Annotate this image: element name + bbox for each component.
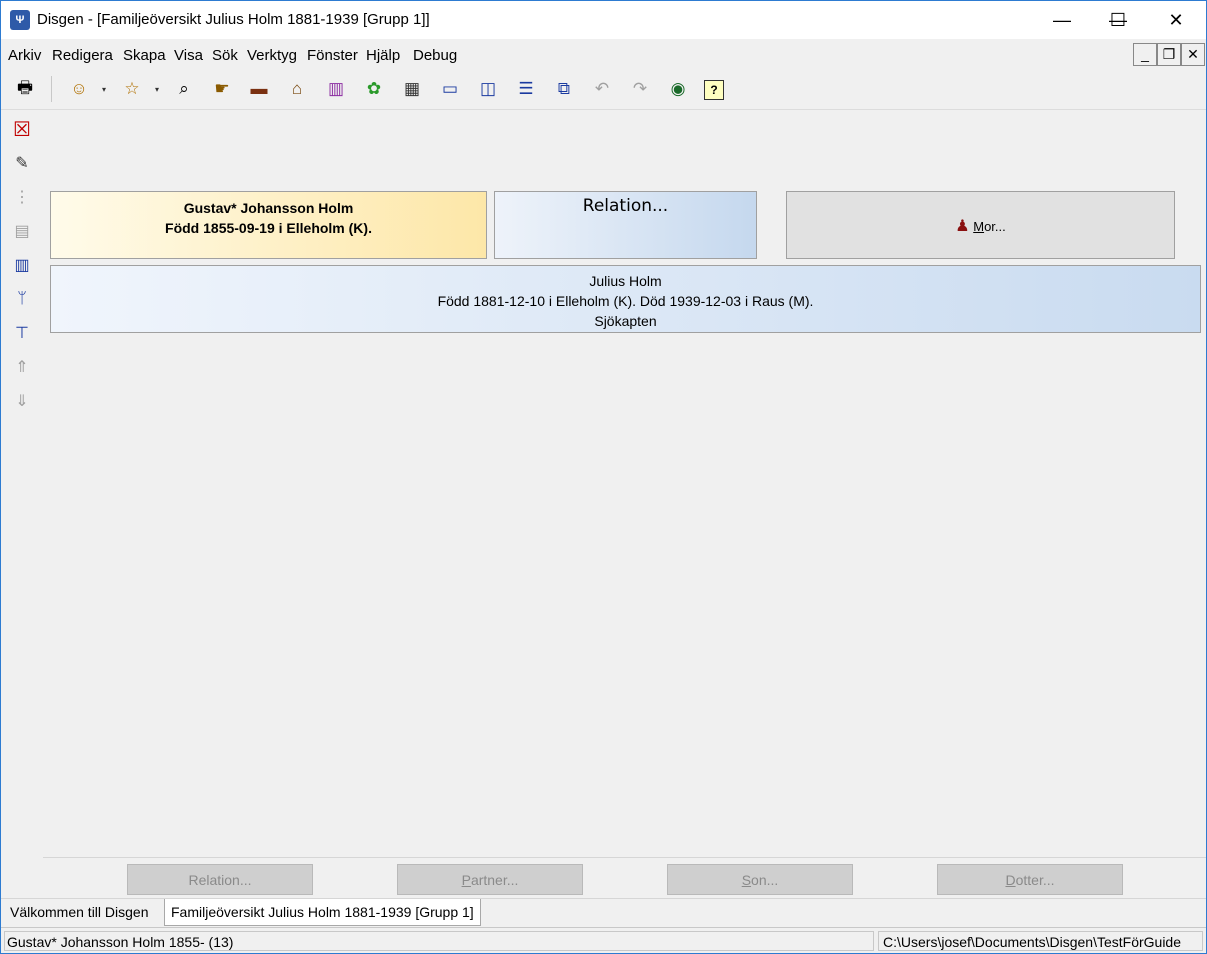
daughter-label: otter...: [1015, 872, 1055, 888]
son-accel: S: [741, 872, 752, 888]
menu-arkiv[interactable]: Arkiv: [8, 47, 41, 64]
help-icon[interactable]: ?: [704, 80, 724, 100]
daughter-button[interactable]: Dotter...: [937, 864, 1123, 895]
menu-fonster[interactable]: Fönster: [307, 47, 358, 64]
window-maximize-button[interactable]: ☐: [1089, 1, 1147, 39]
relation-add-label: Relation...: [188, 872, 252, 888]
window-close-button[interactable]: ✕: [1147, 1, 1205, 39]
descendant-tree-icon[interactable]: ⊤: [10, 321, 34, 345]
menu-sok[interactable]: Sök: [212, 47, 238, 64]
delete-icon[interactable]: ☒: [10, 117, 34, 141]
document-tabs: Välkommen till Disgen Familjeöversikt Ju…: [1, 898, 1206, 927]
toolbar: 🖶 ☺ ▾ ☆ ▾ ⌕ ☛ ▬ ⌂ ▥ ✿ ▦ ▭ ◫ ☰ ⧉ ↶ ↷ ◉ ?: [1, 71, 1206, 110]
mother-label: or...: [984, 219, 1006, 234]
status-database-path: C:\Users\josef\Documents\Disgen\TestFörG…: [878, 931, 1203, 951]
edit-icon[interactable]: ✎: [10, 151, 34, 175]
move-up-icon[interactable]: ⇑: [10, 355, 34, 379]
undo-icon[interactable]: ↶: [590, 77, 614, 101]
father-info: Född 1855-09-19 i Elleholm (K).: [165, 220, 372, 236]
binoculars-icon[interactable]: ⌕: [172, 77, 196, 101]
father-name: Gustav* Johansson Holm: [183, 200, 354, 216]
main-person-occupation: Sjökapten: [594, 313, 657, 329]
mother-label-accel: M: [973, 219, 985, 234]
print-icon[interactable]: 🖶: [13, 77, 37, 101]
person-icon[interactable]: ☺: [67, 77, 91, 101]
partner-accel: P: [461, 872, 471, 888]
book-icon[interactable]: ▬: [247, 77, 271, 101]
partner-button[interactable]: Partner...: [397, 864, 583, 895]
mdi-restore-button[interactable]: ❐: [1157, 43, 1181, 66]
window-layout-4-icon[interactable]: ⧉: [552, 77, 576, 101]
mother-icon: ♟: [955, 218, 970, 235]
daughter-accel: D: [1005, 872, 1016, 888]
app-icon[interactable]: Ψ: [10, 10, 30, 30]
mdi-close-button[interactable]: ✕: [1181, 43, 1205, 66]
menu-visa[interactable]: Visa: [174, 47, 203, 64]
tab-family-overview[interactable]: Familjeöversikt Julius Holm 1881-1939 [G…: [164, 899, 481, 926]
window-layout-3-icon[interactable]: ☰: [514, 77, 538, 101]
menu-skapa[interactable]: Skapa: [123, 47, 166, 64]
bottom-button-bar: Relation... Partner... Son... Dotter...: [43, 857, 1206, 900]
window-minimize-button[interactable]: —: [1033, 1, 1091, 39]
father-box[interactable]: Gustav* Johansson Holm Född 1855-09-19 i…: [50, 191, 487, 259]
toolbar-separator: [51, 76, 52, 102]
books-icon[interactable]: ▥: [324, 77, 348, 101]
tree-list-icon[interactable]: ⋮: [10, 185, 34, 209]
tab-welcome[interactable]: Välkommen till Disgen: [4, 899, 155, 926]
globe-icon[interactable]: ◉: [666, 77, 690, 101]
menu-redigera[interactable]: Redigera: [52, 47, 113, 64]
status-selected-person: Gustav* Johansson Holm 1855- (13): [4, 931, 874, 951]
menu-debug[interactable]: Debug: [413, 47, 457, 64]
menu-verktyg[interactable]: Verktyg: [247, 47, 297, 64]
title-bar: Ψ Disgen - [Familjeöversikt Julius Holm …: [1, 1, 1206, 39]
search-dropdown-icon[interactable]: ▾: [155, 85, 159, 94]
person-dropdown-icon[interactable]: ▾: [102, 85, 106, 94]
home-icon[interactable]: ⌂: [285, 77, 309, 101]
app-window: Ψ Disgen - [Familjeöversikt Julius Holm …: [0, 0, 1207, 954]
window-layout-1-icon[interactable]: ▭: [438, 77, 462, 101]
map-icon[interactable]: ✿: [362, 77, 386, 101]
main-person-name: Julius Holm: [589, 273, 662, 289]
partner-label: artner...: [470, 872, 519, 888]
relation-button[interactable]: Relation...: [494, 191, 757, 259]
ancestor-tree-icon[interactable]: ᛘ: [10, 287, 34, 311]
son-label: on...: [751, 872, 779, 888]
window-title: Disgen - [Familjeöversikt Julius Holm 18…: [37, 11, 430, 28]
calendar-icon[interactable]: ▦: [400, 77, 424, 101]
move-down-icon[interactable]: ⇓: [10, 389, 34, 413]
menu-hjalp[interactable]: Hjälp: [366, 47, 400, 64]
window-layout-2-icon[interactable]: ◫: [476, 77, 500, 101]
mother-button[interactable]: ♟ Mor...: [786, 191, 1175, 259]
columns-icon[interactable]: ▥: [10, 253, 34, 277]
relation-add-button[interactable]: Relation...: [127, 864, 313, 895]
person-search-icon[interactable]: ☆: [120, 77, 144, 101]
family-group-icon[interactable]: ▤: [10, 219, 34, 243]
redo-icon[interactable]: ↷: [628, 77, 652, 101]
mdi-minimize-button[interactable]: _: [1133, 43, 1157, 66]
status-bar: Gustav* Johansson Holm 1855- (13) C:\Use…: [1, 927, 1206, 954]
main-person-box[interactable]: Julius Holm Född 1881-12-10 i Elleholm (…: [50, 265, 1201, 333]
hand-icon[interactable]: ☛: [210, 77, 234, 101]
son-button[interactable]: Son...: [667, 864, 853, 895]
menu-bar: Arkiv Redigera Skapa Visa Sök Verktyg Fö…: [1, 41, 1206, 69]
main-person-info: Född 1881-12-10 i Elleholm (K). Död 1939…: [437, 293, 814, 309]
